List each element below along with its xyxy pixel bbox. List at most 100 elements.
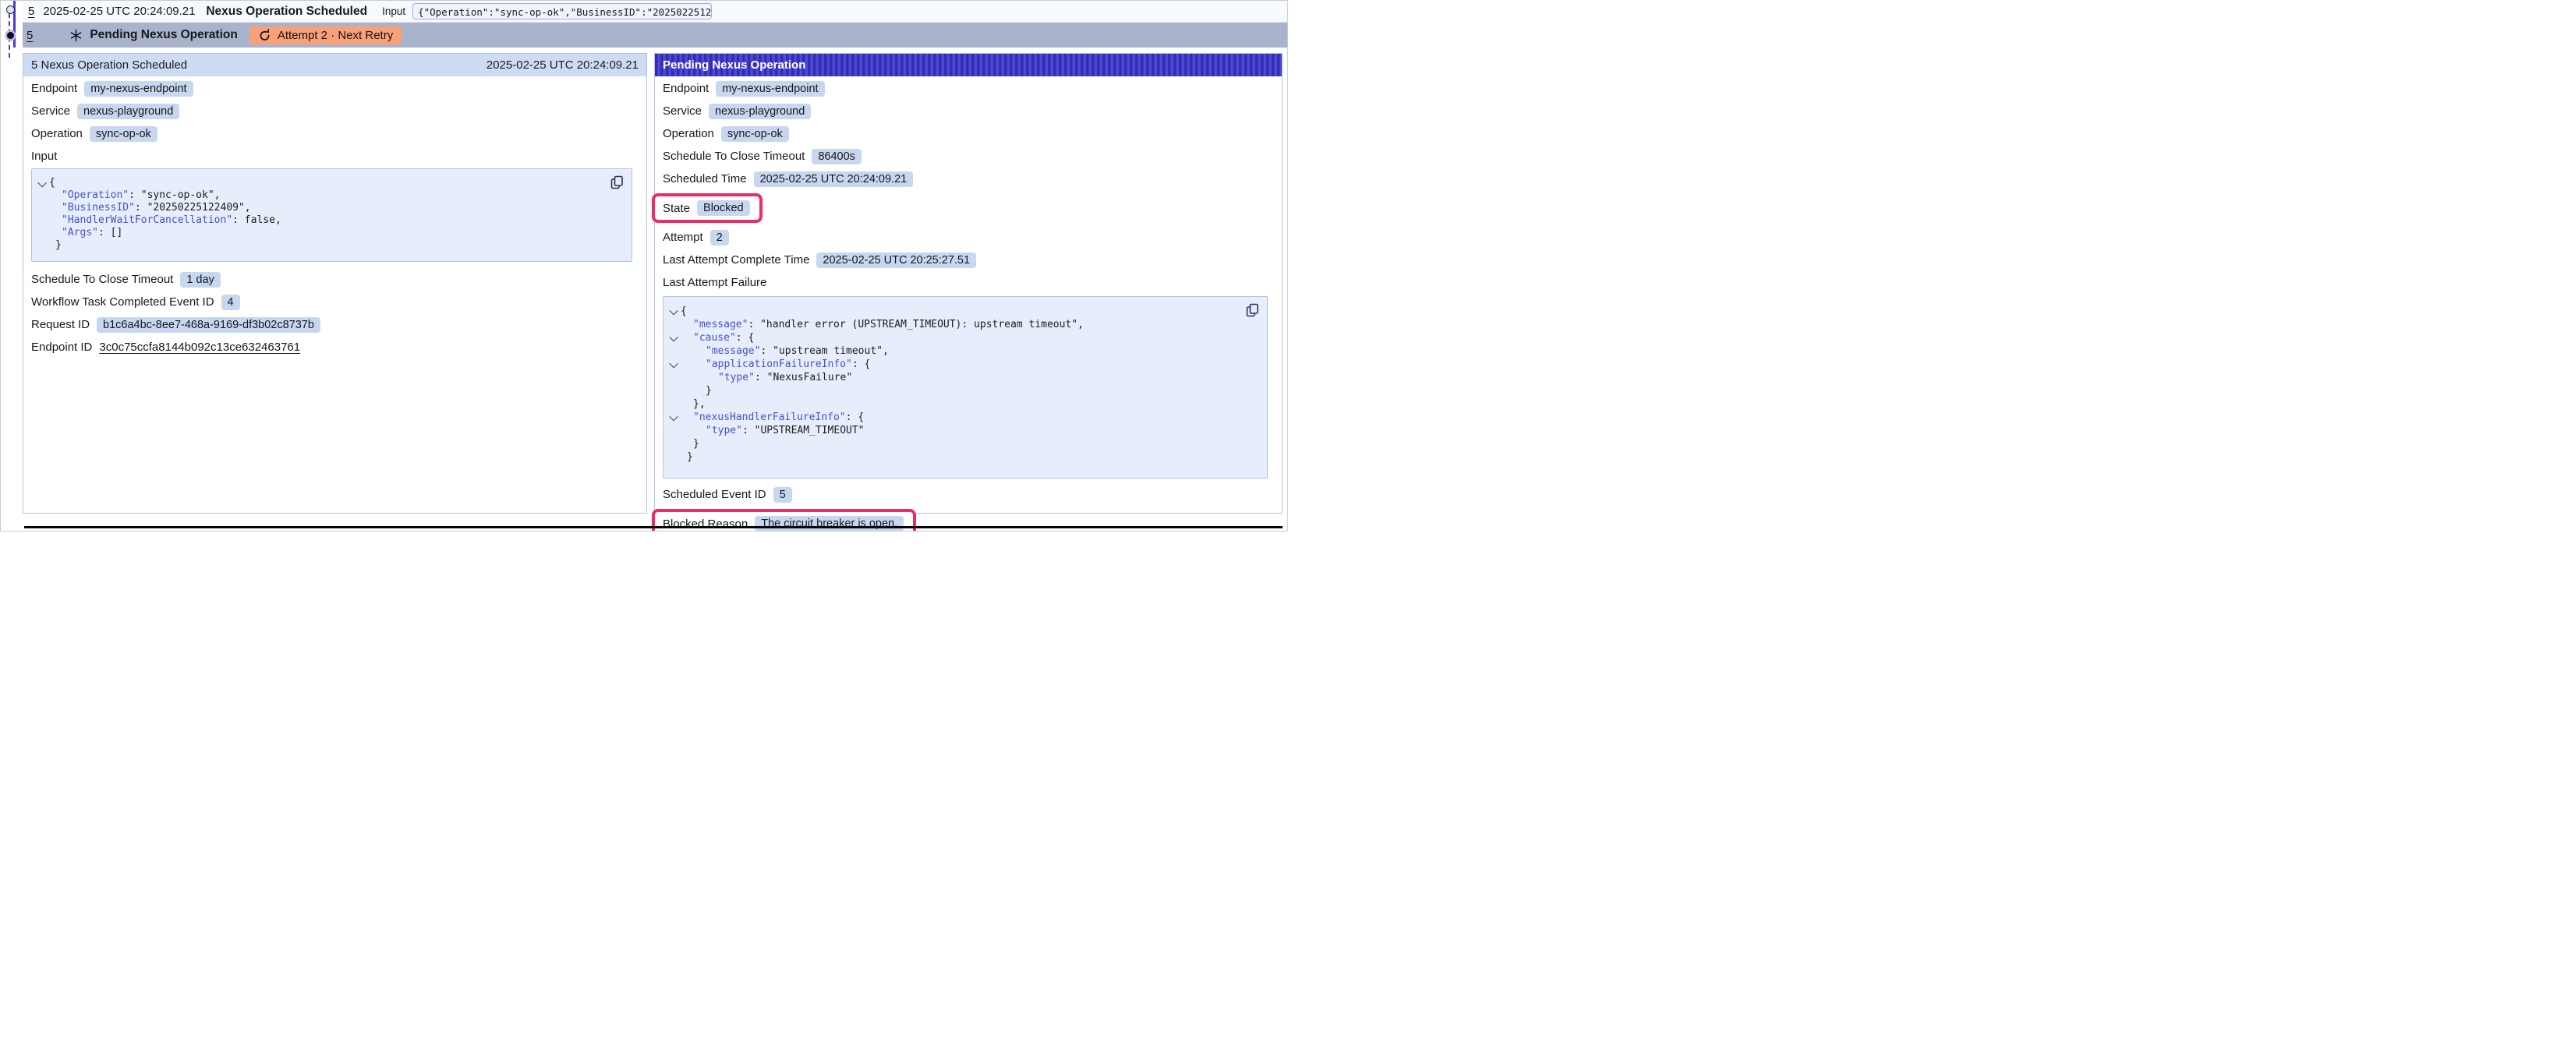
field-label: Last Attempt Failure <box>663 276 766 289</box>
code-line: "BusinessID": "20250225122409", <box>35 202 600 214</box>
code-line: "message": "handler error (UPSTREAM_TIME… <box>667 318 1236 331</box>
code-line: { <box>667 305 1236 318</box>
dot-filled-icon[interactable] <box>7 32 14 39</box>
field-value-chip: Blocked <box>697 200 750 216</box>
code-gutter <box>667 331 681 344</box>
code-line: "type": "NexusFailure" <box>667 371 1236 384</box>
field-label: Schedule To Close Timeout <box>663 150 805 163</box>
field-value-chip: 2025-02-25 UTC 20:25:27.51 <box>816 253 976 268</box>
code-line: }, <box>667 397 1236 411</box>
event-id-link[interactable]: 5 <box>27 29 33 42</box>
json-text: { <box>681 305 687 317</box>
field-row: Endpointmy-nexus-endpoint <box>663 77 1274 100</box>
field-value-chip: 1 day <box>180 272 220 288</box>
field-row: Servicenexus-playground <box>663 100 1274 122</box>
code-text: "Args": [] <box>49 227 122 239</box>
field-value-chip: 5 <box>773 487 792 503</box>
pending-operation-panel: Pending Nexus Operation Endpointmy-nexus… <box>654 53 1283 514</box>
field-value-chip: b1c6a4bc-8ee7-468a-9169-df3b02c8737b <box>97 317 320 333</box>
code-gutter <box>667 305 681 318</box>
field-label: Last Attempt Complete Time <box>663 253 809 267</box>
code-text: "BusinessID": "20250225122409", <box>49 202 251 214</box>
chevron-down-icon[interactable] <box>38 178 47 187</box>
code-line: } <box>667 384 1236 397</box>
pending-operation-fields: Scheduled Event ID5Blocked ReasonThe cir… <box>663 483 1274 532</box>
code-gutter <box>35 202 49 214</box>
chevron-down-icon[interactable] <box>670 333 678 341</box>
pending-operation-header-title: Pending Nexus Operation <box>663 58 805 72</box>
code-gutter <box>667 318 681 331</box>
json-key: "type" <box>718 372 755 383</box>
code-text: }, <box>681 397 706 411</box>
code-gutter <box>667 411 681 424</box>
retry-badge: Attempt 2 · Next Retry <box>249 26 402 44</box>
field-value-chip: 2 <box>710 230 729 245</box>
field-row: Scheduled Time2025-02-25 UTC 20:24:09.21 <box>663 168 1274 190</box>
code-line: "Args": [] <box>35 227 600 239</box>
json-text: } <box>55 239 62 251</box>
json-text: { <box>49 177 55 189</box>
copy-icon[interactable] <box>1244 302 1260 318</box>
code-line: "applicationFailureInfo": { <box>667 358 1236 371</box>
event-row-scheduled[interactable]: 5 2025-02-25 UTC 20:24:09.21 Nexus Opera… <box>23 1 1287 23</box>
field-row: Endpointmy-nexus-endpoint <box>31 77 639 100</box>
field-value-chip: nexus-playground <box>709 104 811 119</box>
field-row: Operationsync-op-ok <box>663 122 1274 145</box>
code-text: "cause": { <box>681 331 754 344</box>
pending-operation-header: Pending Nexus Operation <box>655 54 1282 76</box>
copy-icon[interactable] <box>609 175 625 190</box>
circle-outline-icon[interactable] <box>6 5 15 14</box>
field-value-chip: 86400s <box>812 149 862 164</box>
code-line: "message": "upstream timeout", <box>667 344 1236 358</box>
json-text: : "handler error (UPSTREAM_TIMEOUT): ups… <box>748 319 1083 330</box>
event-id-link[interactable]: 5 <box>28 5 34 18</box>
chevron-down-icon[interactable] <box>670 359 678 368</box>
pending-operation-row[interactable]: 5 Pending Nexus Operation Attempt 2 · Ne… <box>23 23 1287 48</box>
code-gutter <box>35 239 49 252</box>
json-key: "applicationFailureInfo" <box>706 358 852 370</box>
field-label: Endpoint <box>31 82 77 95</box>
field-row: Input <box>31 145 639 168</box>
code-gutter <box>35 214 49 227</box>
field-row: Schedule To Close Timeout 86400s <box>663 145 1274 168</box>
field-label: Operation <box>31 127 83 140</box>
json-key: "HandlerWaitForCancellation" <box>62 214 232 226</box>
field-value-chip: The circuit breaker is open. <box>755 516 904 532</box>
field-row: Last Attempt Complete Time 2025-02-25 UTC… <box>663 249 1274 271</box>
code-text: "Operation": "sync-op-ok", <box>49 189 221 202</box>
json-text: } <box>687 451 693 463</box>
event-detail-header: 5 Nexus Operation Scheduled 2025-02-25 U… <box>23 54 646 76</box>
asterisk-icon <box>69 29 83 42</box>
field-value-link[interactable]: 3c0c75ccfa8144b092c13ce632463761 <box>99 341 300 354</box>
code-gutter <box>35 189 49 202</box>
field-label: Workflow Task Completed Event ID <box>31 295 214 309</box>
chevron-down-icon[interactable] <box>670 306 678 315</box>
field-value-chip: nexus-playground <box>77 104 179 119</box>
field-label: State <box>663 202 690 215</box>
code-text: "applicationFailureInfo": { <box>681 358 870 371</box>
event-name: Nexus Operation Scheduled <box>206 5 367 19</box>
chevron-down-icon[interactable] <box>670 412 678 421</box>
field-label: Endpoint <box>663 82 709 95</box>
json-text: : [] <box>98 227 122 238</box>
annotation-wrap: State Blocked <box>652 193 763 223</box>
code-text: } <box>681 384 712 397</box>
annotation-highlight-box: State Blocked <box>652 193 763 223</box>
event-detail-fields: Endpointmy-nexus-endpointServicenexus-pl… <box>31 77 639 168</box>
code-text: } <box>49 239 62 252</box>
json-key: "Operation" <box>62 189 129 201</box>
retry-badge-label: Attempt 2 · Next Retry <box>278 29 393 42</box>
json-text: : "sync-op-ok", <box>129 189 220 201</box>
annotation-highlight-box: Blocked Reason The circuit breaker is ope… <box>652 509 916 532</box>
code-gutter <box>667 371 681 384</box>
code-line: } <box>667 437 1236 450</box>
event-timestamp: 2025-02-25 UTC 20:24:09.21 <box>43 5 196 18</box>
code-gutter <box>667 424 681 437</box>
field-row: Workflow Task Completed Event ID4 <box>31 291 639 313</box>
json-key: "message" <box>693 319 748 330</box>
field-value-chip: sync-op-ok <box>721 126 789 142</box>
code-text: { <box>681 305 687 318</box>
field-label: Blocked Reason <box>663 517 748 531</box>
code-line: "nexusHandlerFailureInfo": { <box>667 411 1236 424</box>
field-value-chip: sync-op-ok <box>90 126 157 142</box>
